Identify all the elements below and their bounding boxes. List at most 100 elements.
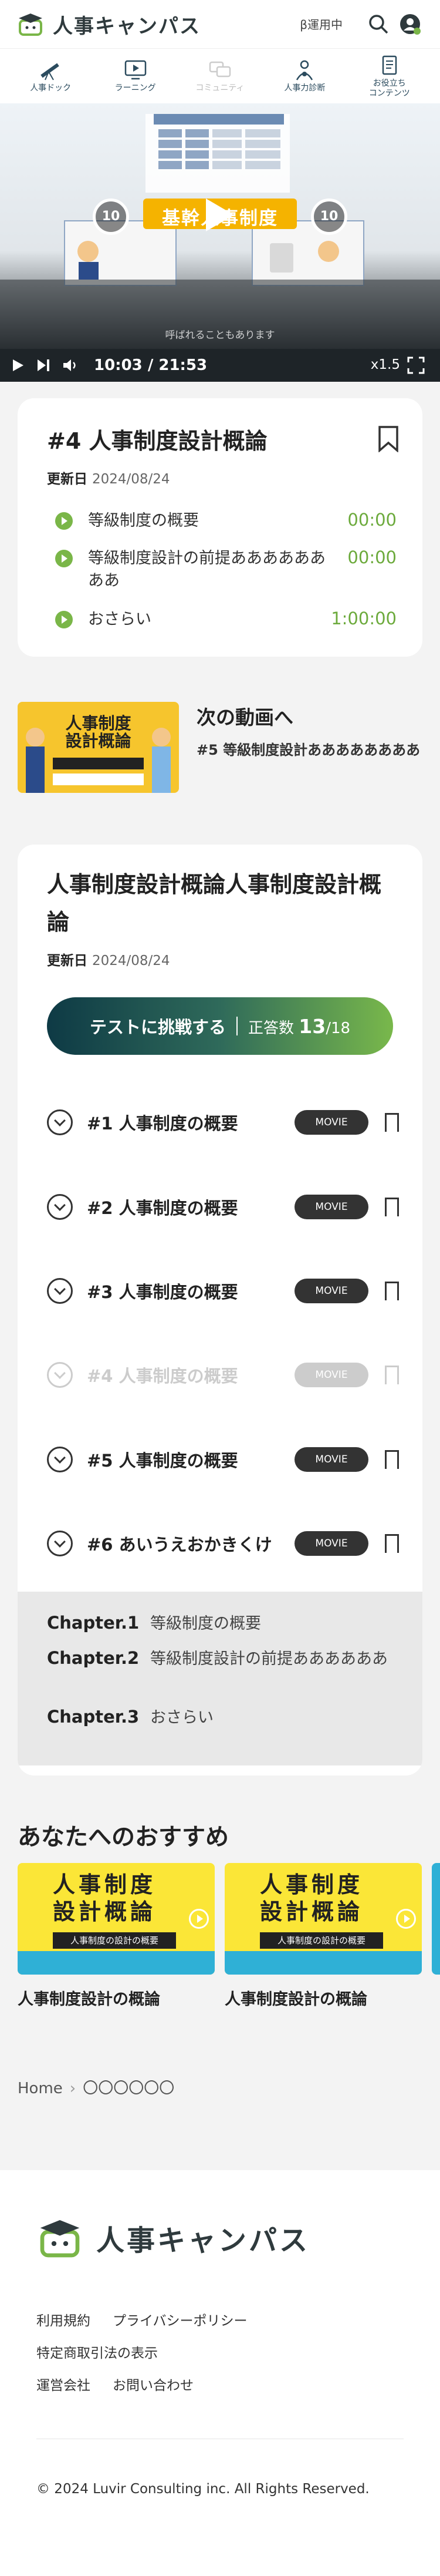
toc-item[interactable]: おさらい 1:00:00	[55, 608, 397, 631]
nav-item-contents[interactable]: お役立ち コンテンツ	[354, 54, 425, 99]
volume-icon[interactable]	[62, 358, 79, 372]
nav-label: ラーニング	[114, 83, 156, 93]
play-small-icon[interactable]	[12, 358, 25, 372]
footer-link-company[interactable]: 運営会社	[36, 2374, 90, 2394]
site-footer: 人事キャンパス 利用規約 プライバシーポリシー 特定商取引法の表示 運営会社 お…	[0, 2170, 440, 2576]
breadcrumb-current: 〇〇〇〇〇〇	[83, 2080, 175, 2097]
footer-link-privacy[interactable]: プライバシーポリシー	[113, 2309, 248, 2329]
recommend-card[interactable]: 人事制度 設計概論 人事制度の設計の概要 人事制度設計の概論	[225, 1863, 422, 2009]
chevron-down-icon[interactable]	[47, 1194, 73, 1220]
bookmark-icon[interactable]	[378, 425, 399, 452]
chapter-item[interactable]: Chapter.1 等級制度の概要	[47, 1613, 397, 1635]
nav-label: コミュニティ	[195, 83, 245, 93]
logo-icon	[40, 2220, 80, 2258]
person-chart-icon	[296, 60, 313, 80]
recommend-card[interactable]: 人事制度 設計概論 人事制度の設計の概要 人事制度設計の概論	[18, 1863, 215, 2009]
movie-badge[interactable]: MOVIE	[295, 1279, 368, 1303]
nav-item-learning[interactable]: ラーニング	[100, 59, 171, 93]
logo-icon[interactable]	[16, 12, 45, 36]
toc-time: 00:00	[347, 510, 397, 530]
footer-link-contact[interactable]: お問い合わせ	[113, 2374, 194, 2394]
bookmark-icon[interactable]	[385, 1282, 399, 1306]
bookmark-icon	[385, 1366, 399, 1390]
lesson-row-current: #4 人事制度の概要 MOVIE	[47, 1360, 399, 1390]
movie-badge[interactable]: MOVIE	[295, 1110, 368, 1135]
video-caption: 呼ばれることもあります	[165, 329, 275, 341]
course-updated: 更新日 2024/08/24	[47, 953, 170, 968]
chapter-item[interactable]: Chapter.3 おさらい	[47, 1707, 397, 1729]
bookmark-icon[interactable]	[385, 1534, 399, 1559]
site-header: 人事キャンパス β運用中	[0, 0, 440, 48]
recommend-thumbnail[interactable]: 人事制度 設計概論 人事制度の設計の概要	[18, 1863, 215, 1975]
bookmark-icon[interactable]	[385, 1198, 399, 1222]
search-icon[interactable]	[367, 13, 390, 35]
next-video-thumbnail[interactable]: 人事制度 設計概論	[18, 702, 179, 793]
chevron-down-icon[interactable]	[47, 1278, 73, 1304]
chevron-down-icon[interactable]	[47, 1109, 73, 1135]
lesson-row[interactable]: #1 人事制度の概要 MOVIE	[47, 1108, 399, 1138]
playback-speed[interactable]: x1.5	[371, 357, 400, 372]
thumbnail-footer	[18, 1951, 215, 1975]
monitor-play-icon	[124, 60, 146, 80]
recommend-thumbnail	[432, 1863, 440, 1975]
footer-link-terms[interactable]: 利用規約	[36, 2309, 90, 2329]
bookmark-icon[interactable]	[385, 1450, 399, 1475]
toc-time: 1:00:00	[331, 608, 397, 628]
breadcrumb-home[interactable]: Home	[18, 2080, 63, 2097]
movie-badge[interactable]: MOVIE	[295, 1531, 368, 1556]
nav-item-hr-dock[interactable]: 人事ドック	[15, 59, 86, 93]
chapter-list: Chapter.1 等級制度の概要 Chapter.2 等級制度設計の前提あああ…	[18, 1592, 422, 1765]
play-circle-icon	[55, 611, 73, 628]
footer-link-tokushoho[interactable]: 特定商取引法の表示	[36, 2342, 158, 2362]
chevron-down-icon[interactable]	[47, 1447, 73, 1472]
nav-item-diagnosis[interactable]: 人事力診断	[269, 59, 340, 93]
toc-item[interactable]: 等級制度の概要 00:00	[55, 510, 397, 532]
nav-label: 人事ドック	[30, 83, 72, 93]
next-video-title[interactable]: #5 等級制度設計ああああああああ	[197, 738, 420, 759]
chevron-right-icon: ›	[69, 2080, 76, 2097]
score: 正答数 13/18	[248, 1014, 351, 1038]
thumbnail-footer	[225, 1951, 422, 1975]
lesson-row-expanded[interactable]: #6 あいうえおかきくけ MOVIE	[47, 1529, 399, 1559]
bookmark-icon[interactable]	[385, 1113, 399, 1138]
chevron-down-icon[interactable]	[47, 1531, 73, 1556]
recommend-thumbnail[interactable]: 人事制度 設計概論 人事制度の設計の概要	[225, 1863, 422, 1975]
skip-forward-button[interactable]: 10	[311, 199, 347, 235]
next-thumbnail-title: 人事制度 設計概論	[65, 714, 131, 751]
chevron-down-icon	[47, 1362, 73, 1388]
recommend-name: 人事制度設計の概論	[225, 1990, 367, 2009]
divider	[236, 1017, 238, 1035]
video-player[interactable]: 10 基幹人事制度 10 呼ばれることもあります	[0, 103, 440, 349]
chat-icon	[209, 61, 231, 78]
skip-back-button[interactable]: 10	[93, 199, 129, 235]
lesson-row[interactable]: #2 人事制度の概要 MOVIE	[47, 1192, 399, 1222]
chapter-item[interactable]: Chapter.2 等級制度設計の前提ああああああ	[47, 1648, 397, 1670]
page: 人事キャンパス β運用中 人事ドック ラーニング コミュニティ 人事力診断 お役…	[0, 0, 440, 2576]
movie-badge[interactable]: MOVIE	[295, 1195, 368, 1219]
test-challenge-button[interactable]: テストに挑戦する 正答数 13/18	[47, 997, 393, 1055]
toc-item[interactable]: 等級制度設計の前提ああああああああ 00:00	[55, 547, 397, 592]
lesson-title: #4 人事制度設計概論	[47, 428, 268, 454]
logo-text[interactable]: 人事キャンパス	[53, 10, 201, 39]
next-video-label[interactable]: 次の動画へ	[197, 702, 293, 730]
telescope-icon	[40, 63, 59, 80]
play-circle-icon	[55, 512, 73, 530]
course-title: 人事制度設計概論人事制度設計概論	[47, 872, 382, 935]
beta-label: β運用中	[300, 18, 343, 32]
movie-badge[interactable]: MOVIE	[295, 1447, 368, 1472]
lesson-updated: 更新日 2024/08/24	[47, 472, 170, 487]
fullscreen-icon[interactable]	[407, 357, 425, 374]
breadcrumb: Home › 〇〇〇〇〇〇	[18, 2076, 174, 2098]
play-circle-icon	[55, 550, 73, 567]
play-icon[interactable]	[206, 199, 234, 231]
lesson-row[interactable]: #5 人事制度の概要 MOVIE	[47, 1445, 399, 1475]
toc-time: 00:00	[347, 547, 397, 567]
recommend-card-partial[interactable]	[432, 1863, 440, 1975]
lesson-row[interactable]: #3 人事制度の概要 MOVIE	[47, 1276, 399, 1306]
nav-label: お役立ち コンテンツ	[368, 78, 410, 98]
document-icon	[382, 55, 397, 75]
next-track-icon[interactable]	[36, 358, 52, 372]
footer-logo[interactable]: 人事キャンパス	[36, 2217, 310, 2258]
recommend-name: 人事制度設計の概論	[18, 1990, 160, 2009]
user-icon[interactable]	[399, 13, 421, 35]
